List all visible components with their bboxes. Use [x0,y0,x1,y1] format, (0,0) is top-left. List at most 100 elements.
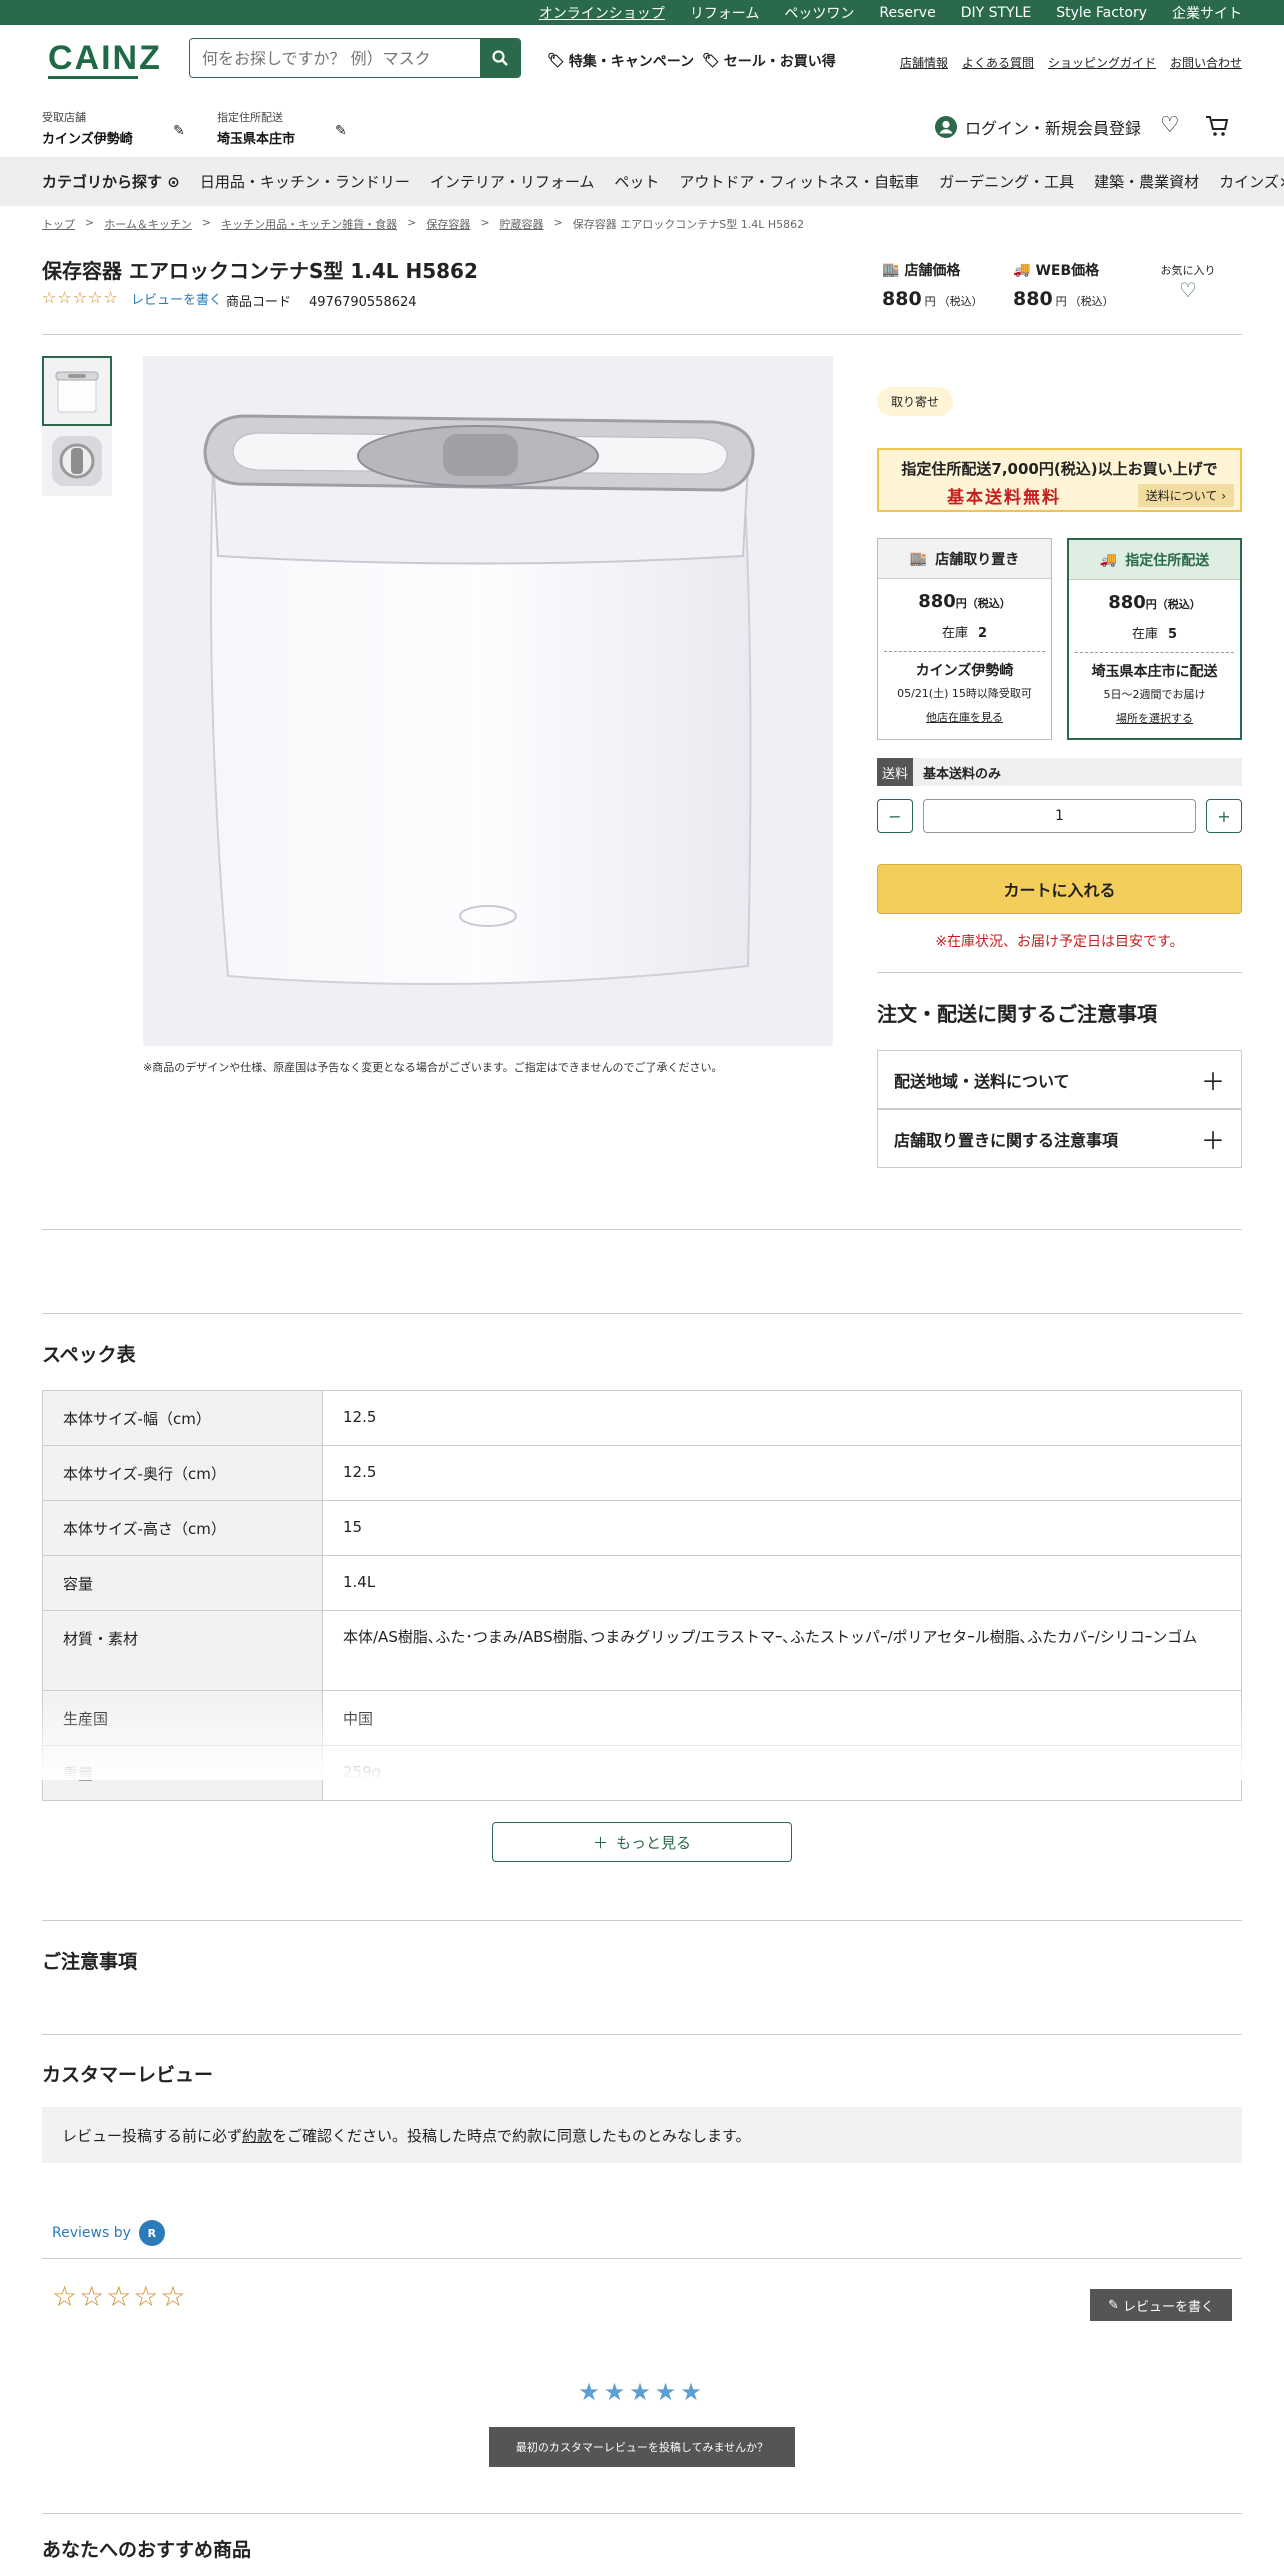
accordion-store-pickup-label: 店舗取り置きに関する注意事項 [894,1130,1119,1150]
heart-icon: ♡ [1179,278,1197,302]
yen-label: 円 [1145,598,1157,611]
breadcrumb-current: 保存容器 エアロックコンテナS型 1.4L H5862 [572,218,805,231]
truck-icon: 🚚 [1013,262,1031,278]
spec-key: 材質・素材 [42,1610,323,1691]
shopping-guide-link[interactable]: ショッピングガイド [1048,54,1156,71]
breadcrumb-link[interactable]: トップ [42,216,75,232]
delivery-estimate: 5日～2週間でお届け [1103,688,1206,701]
spec-value: 1.4L [322,1555,1242,1611]
quantity-increase-button[interactable]: + [1206,799,1242,833]
postage-row: 送料 基本送料のみ [877,758,1242,786]
feature-campaign-link[interactable]: 🏷 特集・キャンペーン [547,51,694,71]
review-rating-stars: ☆☆☆☆☆ [52,2280,188,2313]
table-row: 本体サイズ-奥行（cm） 12.5 [42,1445,1242,1501]
store-price: 🏬 店舗価格 880 円（税込） [882,260,983,310]
topbar-link-reform[interactable]: リフォーム [690,3,760,23]
other-store-stock-link[interactable]: 他店在庫を見る [878,709,1051,725]
login-register-link[interactable]: ログイン・新規会員登録 [934,115,1141,139]
postage-value: 基本送料のみ [923,766,1002,782]
category-pet[interactable]: ペット [614,171,659,192]
spec-key: 本体サイズ-奥行（cm） [42,1445,323,1501]
write-review-button[interactable]: ✎ レビューを書く [1090,2289,1232,2321]
topbar-link-corporate[interactable]: 企業サイト [1172,3,1242,23]
breadcrumb-link[interactable]: キッチン用品・キッチン雑貨・食器 [221,216,397,232]
home-delivery-card[interactable]: 🚚 指定住所配送 880円（税込） 在庫 5 埼玉県本庄市に配送 5日～2週間でお届… [1067,538,1242,740]
quantity-input[interactable]: 1 [923,799,1196,833]
search-button[interactable] [480,39,520,77]
image-disclaimer: ※商品のデザインや仕様、原産国は予告なく変更となる場合がございます。ご指定はでき… [143,1061,723,1074]
store-info-link[interactable]: 店舗情報 [900,54,948,71]
faq-link[interactable]: よくある質問 [962,54,1034,71]
table-row: 本体サイズ-幅（cm） 12.5 [42,1390,1242,1446]
free-shipping-headline: 基本送料無料 [947,488,1061,508]
edit-pickup-pencil-icon[interactable]: ✎ [173,123,185,139]
category-cainz-diy[interactable]: カインズ×DIY [1219,171,1284,192]
order-notice-title: 注文・配送に関するご注意事項 [877,1002,1157,1026]
breadcrumb-link[interactable]: ホーム＆キッチン [104,216,192,232]
reviews-by[interactable]: Reviews by R [52,2220,165,2246]
terms-link[interactable]: 約款 [242,2125,272,2146]
spec-key: 容量 [42,1555,323,1611]
contact-link[interactable]: お問い合わせ [1170,54,1242,71]
show-more-button[interactable]: ＋ もっと見る [492,1822,792,1862]
utility-links: 店舗情報 よくある質問 ショッピングガイド お問い合わせ [900,54,1242,71]
category-gardening[interactable]: ガーデニング・工具 [939,171,1074,192]
heart-icon[interactable]: ♡ [1160,113,1180,138]
delivery-area: 埼玉県本庄市に配送 [1091,664,1218,680]
category-interior[interactable]: インテリア・リフォーム [430,171,595,192]
reviews-title: カスタマーレビュー [42,2064,214,2086]
web-price-value: 880 [1013,288,1053,310]
order-type-badge: 取り寄せ [877,387,954,416]
edit-delivery-pencil-icon[interactable]: ✎ [335,123,347,139]
cart-icon[interactable] [1205,115,1229,137]
store-pickup-title: 店舗取り置き [935,551,1020,568]
search-input[interactable] [190,39,480,77]
product-main-image[interactable] [143,356,833,1046]
write-review-link[interactable]: レビューを書く [131,289,222,308]
shipping-info-label: 送料について [1145,489,1218,503]
logo-underline [48,76,138,79]
pickup-store-label: 受取店舗 [42,111,86,124]
topbar-link-online-shop[interactable]: オンラインショップ [539,3,665,23]
topbar-link-diy-style[interactable]: DIY STYLE [961,5,1032,21]
stock-warning: ※在庫状況、お届け予定日は目安です。 [935,934,1184,950]
first-review-button[interactable]: 最初のカスタマーレビューを投稿してみませんか？ [489,2427,795,2467]
breadcrumb-link[interactable]: 保存容器 [426,216,470,232]
divider [42,2513,1242,2514]
shipping-info-link[interactable]: 送料について › [1137,484,1234,507]
category-browse-button[interactable]: カテゴリから探す ⊙ [42,171,180,192]
top-bar: オンラインショップ リフォーム ペッツワン Reserve DIY STYLE … [0,0,1284,25]
product-thumbnail-1[interactable] [42,356,112,426]
accordion-shipping-area[interactable]: 配送地域・送料について ＋ [877,1050,1242,1109]
add-to-cart-button[interactable]: カートに入れる [877,864,1242,914]
spec-fade-overlay [42,1700,1242,1780]
accordion-store-pickup[interactable]: 店舗取り置きに関する注意事項 ＋ [877,1109,1242,1168]
topbar-link-petsone[interactable]: ペッツワン [784,3,854,23]
select-location-link[interactable]: 場所を選択する [1069,710,1240,726]
stock-label: 在庫 [1131,627,1158,642]
store-icon: 🏬 [882,262,900,278]
table-row: 材質・素材 本体/AS樹脂､ふた･つまみ/ABS樹脂､つまみグリップ/エラストマｰ… [42,1610,1242,1691]
category-building[interactable]: 建築・農業資材 [1094,171,1199,192]
breadcrumb-link[interactable]: 貯蔵容器 [500,216,544,232]
breadcrumb-separator: > [201,216,212,229]
delivery-address: 指定住所配送 埼玉県本庄市 [217,109,295,147]
reviews-by-label: Reviews by [52,2225,131,2241]
cainz-logo[interactable]: CAINZ [48,39,162,78]
topbar-link-style-factory[interactable]: Style Factory [1056,5,1147,21]
favorite-button[interactable]: お気に入り ♡ [1158,262,1218,302]
divider [42,2034,1242,2035]
category-daily-goods[interactable]: 日用品・キッチン・ランドリー [200,171,410,192]
blue-stars: ★★★★★ [578,2378,706,2406]
tag-icon: 🏷 [702,53,720,69]
product-thumbnail-2[interactable] [42,426,112,496]
spec-key: 本体サイズ-高さ（cm） [42,1500,323,1556]
category-browse-label: カテゴリから探す [42,173,163,191]
topbar-link-reserve[interactable]: Reserve [879,5,935,21]
sale-link[interactable]: 🏷 セール・お買い得 [702,51,836,71]
plus-icon: ＋ [1201,1068,1225,1096]
store-pickup-card[interactable]: 🏬 店舗取り置き 880円（税込） 在庫 2 カインズ伊勢崎 05/21(土) 15… [877,538,1052,740]
quantity-decrease-button[interactable]: − [877,799,913,833]
category-outdoor[interactable]: アウトドア・フィットネス・自転車 [679,171,919,192]
table-row: 本体サイズ-高さ（cm） 15 [42,1500,1242,1556]
